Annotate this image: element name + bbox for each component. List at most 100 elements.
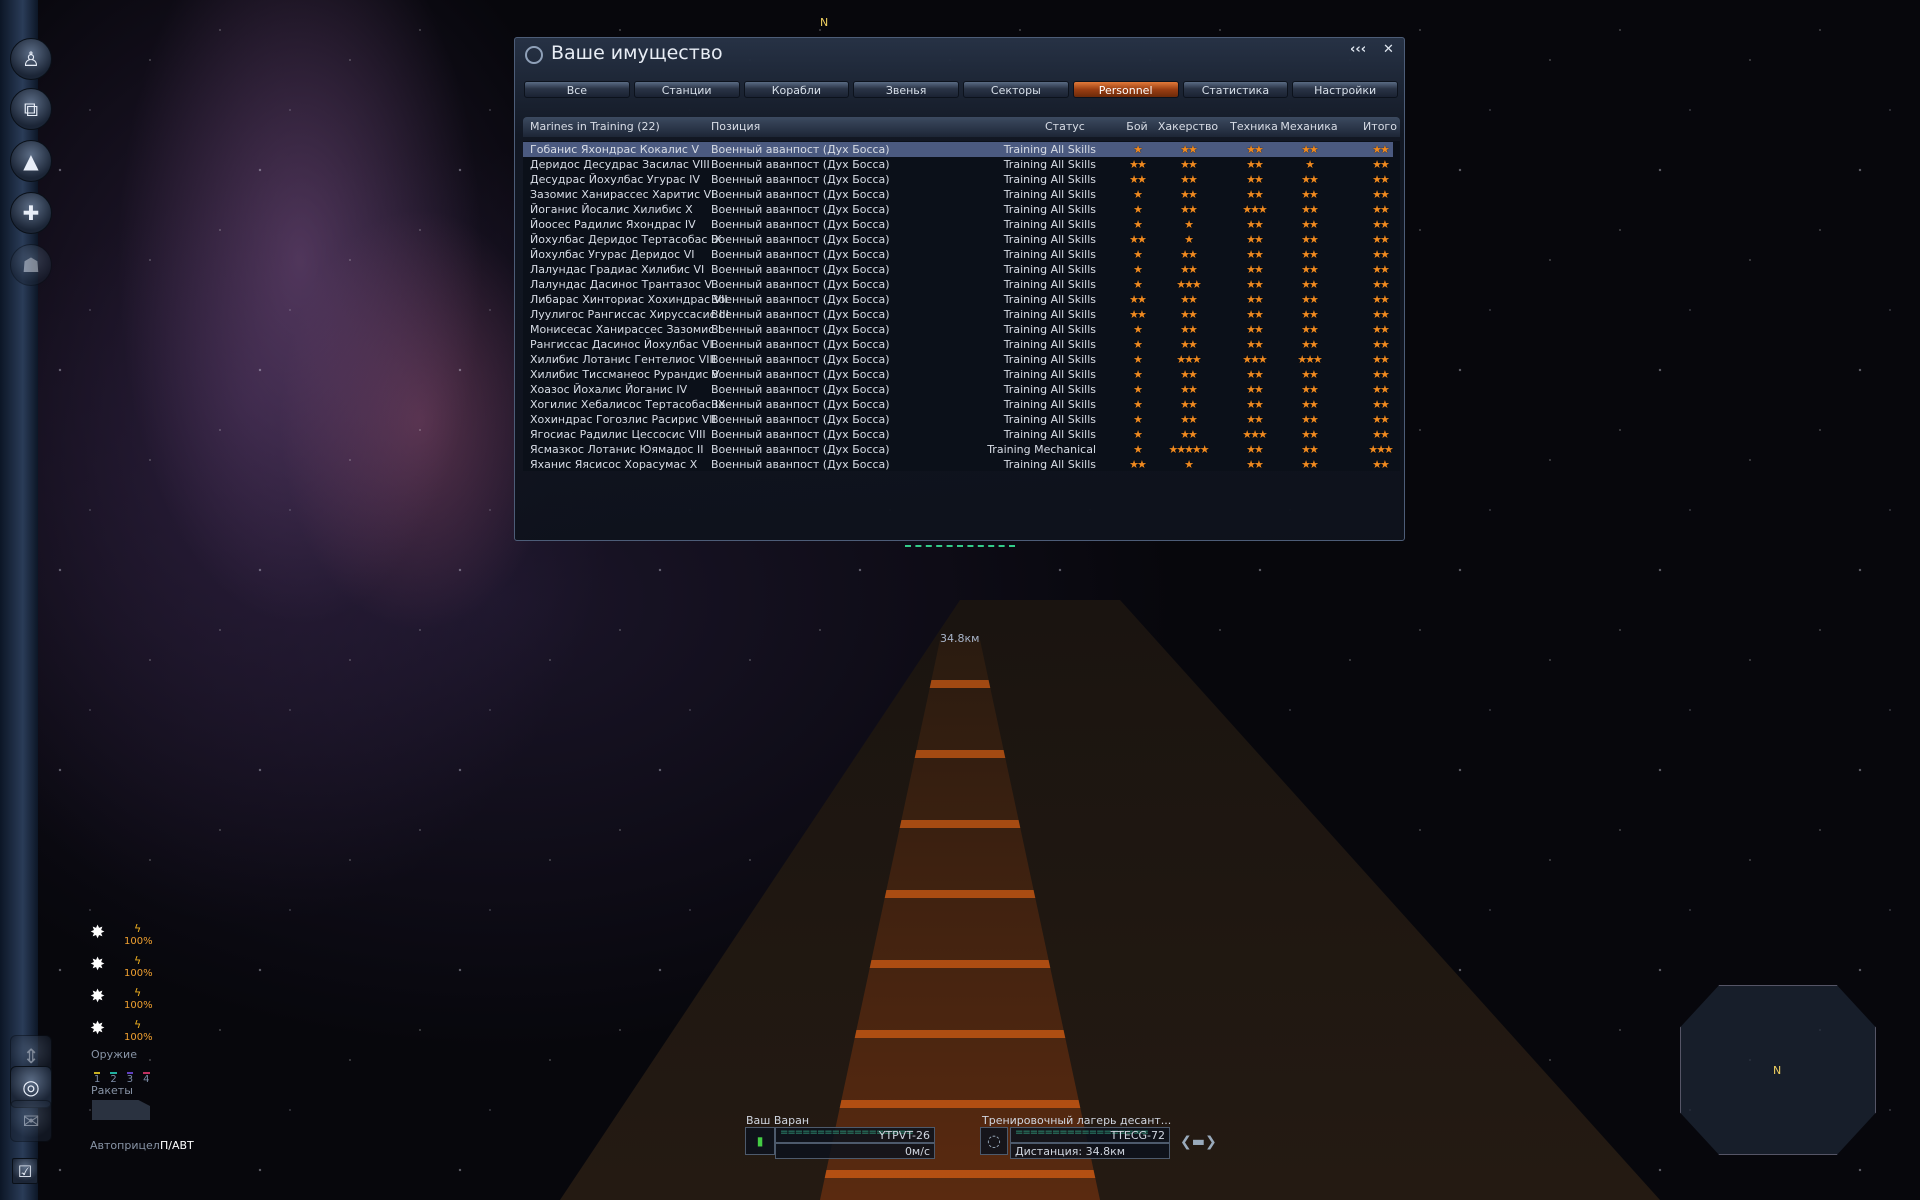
missiles-label: Ракеты [91,1084,133,1097]
table-row[interactable]: Йоосес Радилис Яхондрас IV Военный аванп… [523,217,1393,232]
ship-id: YTPVT-26 [878,1129,930,1142]
hacking-stars-icon: ★★ [1180,413,1198,426]
mechanics-stars-icon: ★★ [1301,398,1319,411]
combat-stars-icon: ★ [1133,353,1143,366]
combat-stars-icon: ★ [1133,248,1143,261]
radar-minimap[interactable]: N [1680,985,1876,1155]
hacking-stars-icon: ★★ [1180,173,1198,186]
property-window: Ваше имущество ‹‹‹ ✕ Все Станции Корабли Зв… [514,37,1405,541]
table-row[interactable]: Хоазос Йохалис Йоганис IV Военный аванпо… [523,382,1393,397]
total-stars-icon: ★★ [1372,458,1390,471]
col-status[interactable]: Статус [1045,120,1085,133]
marine-name: Хилибис Тиссманеос Рурандис V [530,368,720,381]
marine-name: Йоосес Радилис Яхондрас IV [530,218,696,231]
autoaim-value[interactable]: П/АВТ [160,1139,194,1152]
total-stars-icon: ★★ [1372,188,1390,201]
marine-status: Training All Skills [1003,293,1096,306]
collapse-button[interactable]: ‹‹‹ [1350,42,1366,57]
table-row[interactable]: Хилибис Лотанис Гентелиос VIII Военный а… [523,352,1393,367]
mechanics-stars-icon: ★★ [1301,308,1319,321]
table-row[interactable]: Десудрас Йохулбас Угурас IV Военный аван… [523,172,1393,187]
weapon-slot[interactable]: ✸ ϟ 100% [90,1018,153,1043]
marine-status: Training All Skills [1003,428,1096,441]
window-title: Ваше имущество [551,42,723,64]
energy-icon: ϟ [134,954,142,967]
table-row[interactable]: Лалундас Градиас Хилибис VI Военный аван… [523,262,1393,277]
tab-3[interactable]: Звенья [853,81,959,98]
tab-1[interactable]: Станции [633,81,740,98]
weapon-slot[interactable]: ✸ ϟ 100% [90,954,153,979]
hacking-stars-icon: ★★ [1180,203,1198,216]
tab-4[interactable]: Секторы [963,81,1069,98]
close-button[interactable]: ✕ [1383,42,1394,57]
total-stars-icon: ★★ [1372,383,1390,396]
table-row[interactable]: Зазомис Ханирассес Харитис VI Военный ав… [523,187,1393,202]
table-row[interactable]: Хилибис Тиссманеос Рурандис V Военный ав… [523,367,1393,382]
table-row[interactable]: Деридос Десудрас Засилас VIII Военный ав… [523,157,1393,172]
tab-6[interactable]: Статистика [1182,81,1289,98]
ship-speed-bar[interactable]: 0м/с [775,1143,935,1159]
col-combat[interactable]: Бой [1126,120,1147,133]
marine-position: Военный аванпост (Дух Босса) [711,368,890,381]
table-row[interactable]: Йоганис Йосалис Хилибис X Военный аванпо… [523,202,1393,217]
col-name[interactable]: Marines in Training (22) [530,120,660,133]
hacking-stars-icon: ★★ [1180,308,1198,321]
table-row[interactable]: Хохиндрас Гогозлис Расирис VII Военный а… [523,412,1393,427]
marine-position: Военный аванпост (Дух Босса) [711,308,890,321]
weapon-charge: 100% [124,968,153,979]
marine-position: Военный аванпост (Дух Босса) [711,203,890,216]
marine-status: Training All Skills [1003,323,1096,336]
tab-2[interactable]: Корабли [743,81,850,98]
table-row[interactable]: Гобанис Яхондрас Кокалис V Военный аванп… [523,142,1393,157]
eject-icon[interactable]: ▲ [10,140,52,182]
table-row[interactable]: Яханис Яясисос Хорасумас X Военный аванп… [523,457,1393,472]
target-cycle-icon[interactable]: ❮▬❯ [1180,1134,1217,1150]
pilot-icon[interactable]: ♙ [10,38,52,80]
table-row[interactable]: Монисесас Ханирассес Зазомис I Военный а… [523,322,1393,337]
col-position[interactable]: Позиция [711,120,760,133]
tab-5[interactable]: Personnel [1072,81,1179,98]
engineering-stars-icon: ★★ [1246,173,1264,186]
mechanics-stars-icon: ★★ [1301,368,1319,381]
col-hacking[interactable]: Хакерство [1158,120,1218,133]
table-row[interactable]: Йохулбас Угурас Деридос VI Военный аванп… [523,247,1393,262]
table-row[interactable]: Луулигос Рангиссас Хируссасис III Военны… [523,307,1393,322]
table-row[interactable]: Йохулбас Деридос Тертасобас IX Военный а… [523,232,1393,247]
engineering-stars-icon: ★★ [1246,398,1264,411]
combat-stars-icon: ★★ [1129,458,1147,471]
missile-slot[interactable] [92,1100,150,1120]
tab-0[interactable]: Все [524,81,630,98]
energy-icon: ϟ [134,1018,142,1031]
marine-position: Военный аванпост (Дух Босса) [711,458,890,471]
marine-position: Военный аванпост (Дух Босса) [711,158,890,171]
hacking-stars-icon: ★★ [1180,383,1198,396]
total-stars-icon: ★★ [1372,308,1390,321]
marine-status: Training All Skills [1003,278,1096,291]
table-row[interactable]: Лалундас Дасинос Трантазос V Военный ава… [523,277,1393,292]
weapon-slot[interactable]: ✸ ϟ 100% [90,922,153,947]
property-icon[interactable]: ⧉ [10,88,52,130]
comms-icon[interactable]: ☗ [10,244,52,286]
mechanics-stars-icon: ★★★ [1297,353,1323,366]
col-total[interactable]: Итого [1363,120,1397,133]
col-mechanics[interactable]: Механика [1280,120,1337,133]
checkbox-icon[interactable]: ☑ [12,1158,38,1184]
tab-7[interactable]: Настройки [1292,81,1398,98]
table-row[interactable]: Либарас Хинториас Хохиндрас VII Военный … [523,292,1393,307]
mail-icon[interactable]: ✉ [10,1100,52,1142]
table-row[interactable]: Ягосиас Радилис Цессосис VIII Военный ав… [523,427,1393,442]
marine-name: Зазомис Ханирассес Харитис VI [530,188,715,201]
hacking-stars-icon: ★★ [1180,248,1198,261]
weapon-group-4[interactable]: 4 [143,1072,150,1085]
mechanics-stars-icon: ★★ [1301,323,1319,336]
crosshair-icon[interactable]: ✚ [10,192,52,234]
engineering-stars-icon: ★★ [1246,278,1264,291]
hacking-stars-icon: ★★★★★ [1168,443,1209,456]
engineering-stars-icon: ★★ [1246,263,1264,276]
table-row[interactable]: Рангиссас Дасинос Йохулбас VI Военный ав… [523,337,1393,352]
marine-name: Либарас Хинториас Хохиндрас VII [530,293,728,306]
col-engineering[interactable]: Техника [1230,120,1278,133]
table-row[interactable]: Ясмазкос Лотанис Юямадос II Военный аван… [523,442,1394,457]
weapon-slot[interactable]: ✸ ϟ 100% [90,986,153,1011]
table-row[interactable]: Хогилис Хебалисос Тертасобас IX Военный … [523,397,1393,412]
